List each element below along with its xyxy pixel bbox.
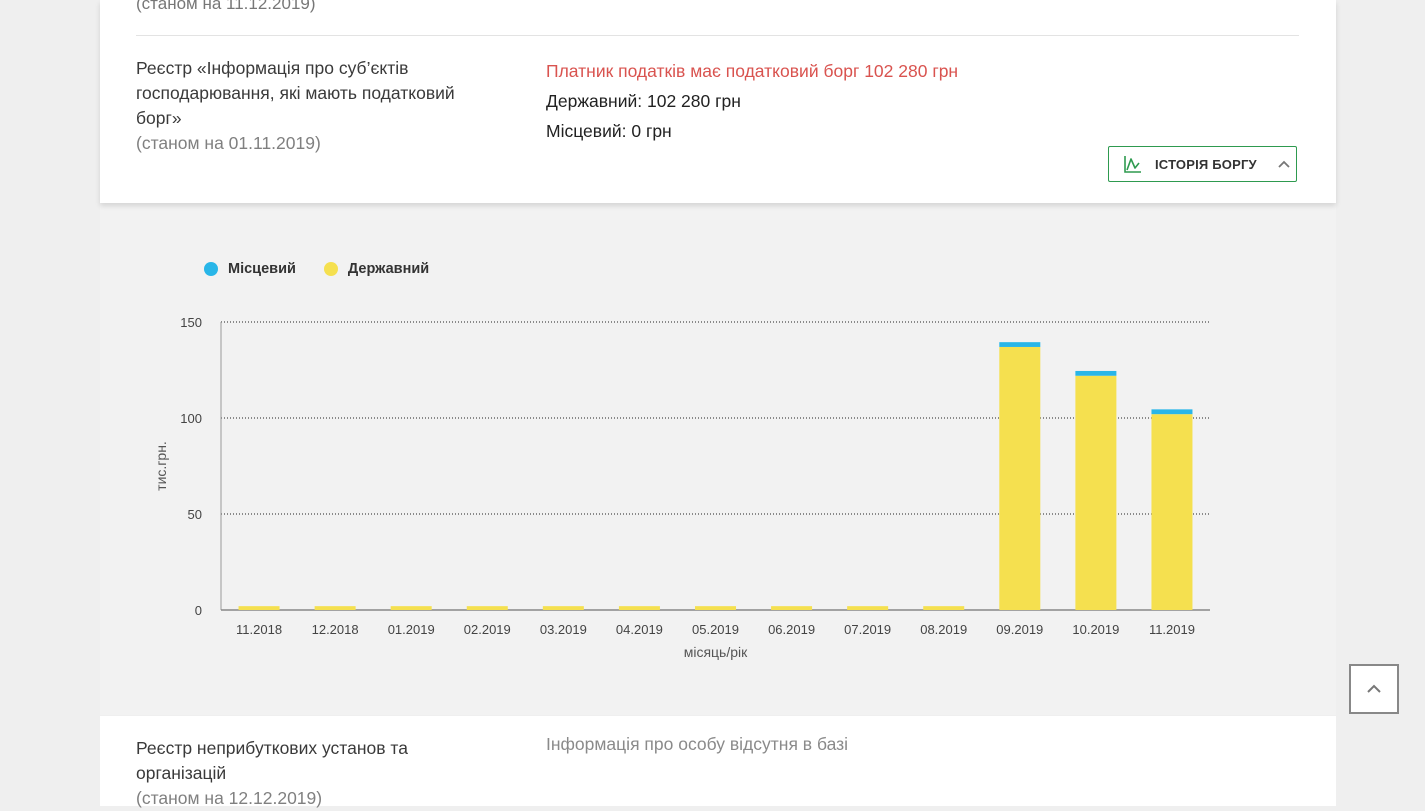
bar-local: [1075, 370, 1117, 376]
previous-register-date: (станом на 11.12.2019): [136, 0, 316, 13]
bar-state: [466, 606, 508, 610]
x-tick-label: 02.2019: [464, 622, 511, 637]
debt-info: Платник податків має податковий борг 102…: [546, 56, 958, 146]
chevron-up-icon: [1278, 160, 1290, 168]
bar-state: [314, 606, 356, 610]
bar-state: [1075, 375, 1117, 610]
non-profit-register-name: Реєстр неприбуткових установ та організа…: [136, 738, 408, 783]
x-tick-label: 11.2019: [1149, 622, 1195, 637]
x-tick-label: 08.2019: [920, 622, 967, 637]
x-tick-label: 11.2018: [236, 622, 282, 637]
x-tick-label: 09.2019: [996, 622, 1043, 637]
bar-state: [771, 606, 813, 610]
y-axis-label: тис.грн.: [153, 441, 169, 491]
x-axis-label: місяць/рік: [684, 644, 748, 660]
bar-state: [618, 606, 660, 610]
y-tick-label: 0: [195, 603, 202, 618]
bar-state: [1151, 414, 1193, 610]
debt-history-chart: 0 50 100 150 11.2018 12.2018 01.2019 02.2019 03.…: [153, 315, 1210, 660]
bar-state: [999, 346, 1041, 610]
state-debt-line: Державний: 102 280 грн: [546, 91, 741, 111]
y-tick-label: 50: [188, 507, 202, 522]
bar-local: [999, 342, 1041, 347]
bar-state: [847, 606, 889, 610]
x-tick-label: 12.2018: [312, 622, 359, 637]
x-tick-label: 07.2019: [844, 622, 891, 637]
register-title: Реєстр «Інформація про суб’єктів господа…: [136, 56, 496, 156]
x-tick-label: 05.2019: [692, 622, 739, 637]
debt-history-label: ІСТОРІЯ БОРГУ: [1155, 156, 1257, 172]
x-tick-label: 06.2019: [768, 622, 815, 637]
x-tick-label: 10.2019: [1072, 622, 1119, 637]
x-tick-label: 01.2019: [388, 622, 435, 637]
non-profit-register-date: (станом на 12.12.2019): [136, 788, 323, 808]
bar-local: [1151, 409, 1193, 415]
non-profit-info-text: Інформація про особу відсутня в базі: [546, 734, 849, 754]
debt-history-button[interactable]: ІСТОРІЯ БОРГУ: [1108, 146, 1297, 182]
bar-state: [695, 606, 736, 610]
bar-state: [238, 606, 280, 610]
chevron-up-icon: [1367, 684, 1381, 693]
debt-history-chart-panel: Місцевий Державний 0 50 100 150 11.2018 12.20…: [100, 203, 1336, 715]
register-date: (станом на 01.11.2019): [136, 133, 321, 153]
x-tick-label: 03.2019: [540, 622, 587, 637]
non-profit-card: Реєстр неприбуткових установ та організа…: [100, 716, 1336, 808]
tax-debt-card: (станом на 11.12.2019) Реєстр «Інформаці…: [100, 0, 1336, 203]
bar-state: [923, 606, 965, 610]
non-profit-register-title: Реєстр неприбуткових установ та організа…: [136, 736, 466, 811]
line-chart-icon: [1124, 156, 1141, 173]
register-name: Реєстр «Інформація про суб’єктів господа…: [136, 58, 455, 128]
scroll-to-top-button[interactable]: [1349, 664, 1399, 714]
bar-state: [542, 606, 584, 610]
bar-state: [390, 606, 432, 610]
local-debt-line: Місцевий: 0 грн: [546, 121, 672, 141]
x-tick-label: 04.2019: [616, 622, 663, 637]
y-tick-label: 100: [180, 411, 202, 426]
row-divider: [136, 35, 1299, 36]
debt-alert-text: Платник податків має податковий борг 102…: [546, 61, 959, 81]
y-tick-label: 150: [180, 315, 202, 330]
